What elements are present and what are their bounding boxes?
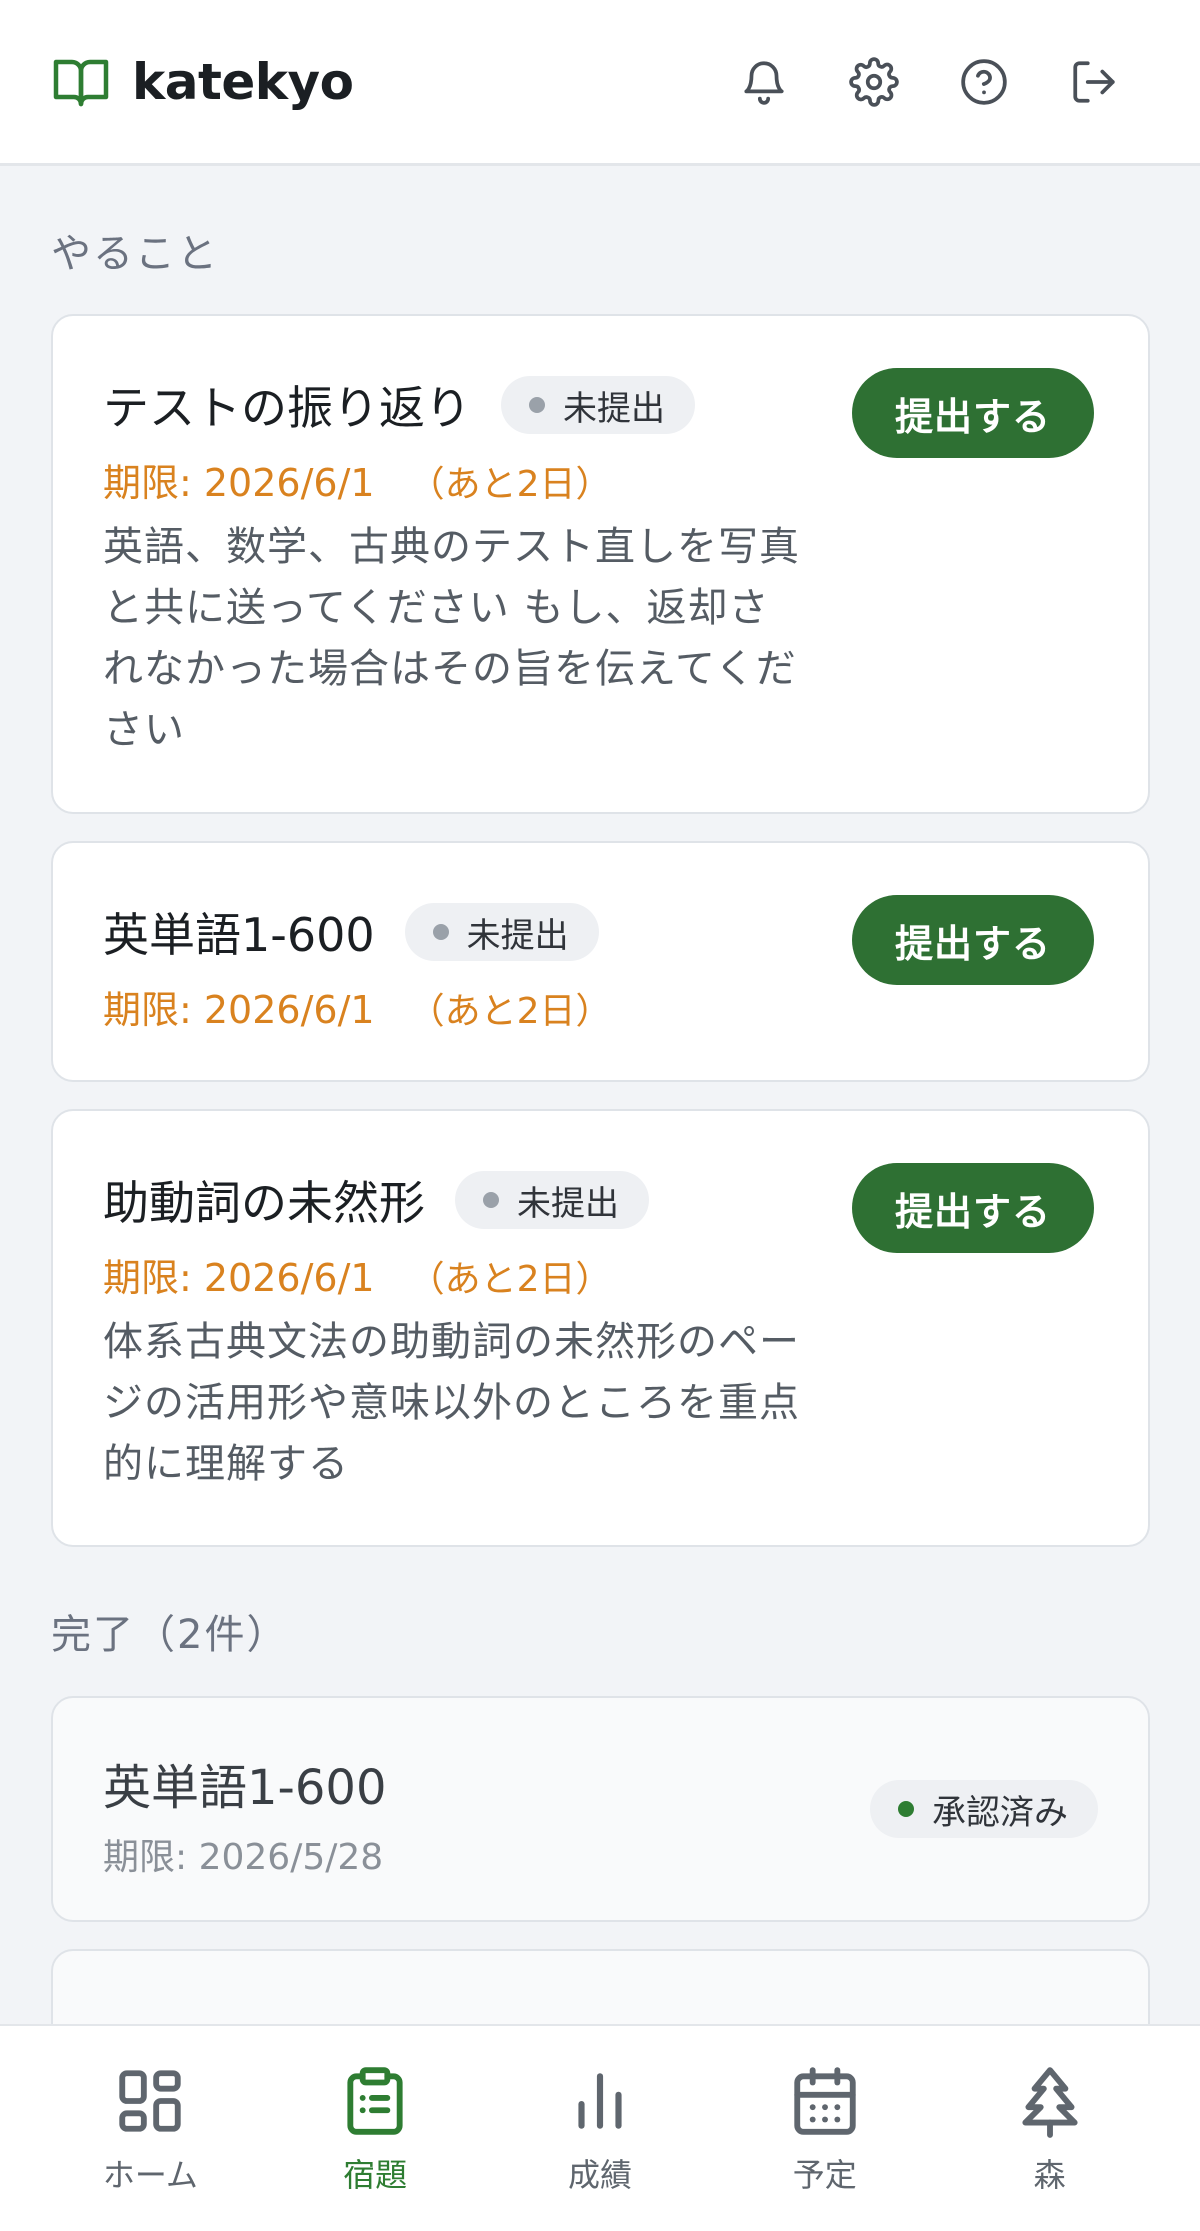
app-root: katekyo やること テストの振り返り 未提出 期限: 2026/6/1 （… (0, 0, 1200, 2231)
submit-button[interactable]: 提出する (852, 895, 1094, 985)
status-label: 承認済み (932, 1792, 1068, 1833)
status-dot (529, 397, 545, 413)
nav-item-homework[interactable]: 宿題 (285, 2026, 465, 2231)
app-header: katekyo (0, 0, 1200, 166)
task-description: 英語、数学、古典のテスト直しを写真と共に送ってください もし、返却されなかった場… (103, 524, 800, 753)
task-deadline: 期限: 2026/6/1 （あと2日） (103, 452, 1148, 507)
task-deadline: 期限: 2026/6/1 （あと2日） (103, 979, 1148, 1034)
task-card[interactable]: テストの振り返り 未提出 期限: 2026/6/1 （あと2日） 英語、数学、古典… (51, 314, 1150, 814)
deadline-date: 期限: 2026/6/1 (103, 1256, 375, 1300)
nav-label: 成績 (567, 2156, 632, 2194)
deadline-remaining: （あと2日） (408, 1259, 612, 1300)
status-dot (898, 1801, 914, 1817)
nav-item-home[interactable]: ホーム (60, 2026, 240, 2231)
deadline-date: 期限: 2026/6/1 (103, 988, 375, 1032)
logout-icon (1073, 60, 1115, 103)
done-task-card[interactable] (51, 1949, 1150, 2024)
status-badge: 未提出 (455, 1171, 649, 1229)
clipboard-icon (347, 2067, 403, 2135)
done-section-title: 完了（2件） (51, 1612, 289, 1658)
status-badge: 未提出 (501, 376, 695, 434)
bar-chart-icon (578, 2073, 622, 2129)
task-card[interactable]: 英単語1-600 未提出 期限: 2026/6/1 （あと2日） 提出する (51, 841, 1150, 1082)
task-deadline: 期限: 2026/6/1 （あと2日） (103, 1247, 1148, 1302)
nav-item-forest[interactable]: 森 (960, 2026, 1140, 2231)
gear-icon (849, 56, 899, 107)
notifications-button[interactable] (734, 52, 794, 112)
task-title: 英単語1-600 (103, 908, 375, 962)
task-title: テストの振り返り (103, 381, 471, 435)
calendar-icon (794, 2067, 856, 2135)
deadline-date: 期限: 2026/6/1 (103, 461, 375, 505)
homework-list[interactable]: やること テストの振り返り 未提出 期限: 2026/6/1 （あと2日） 英語、… (0, 169, 1200, 2024)
settings-button[interactable] (844, 52, 904, 112)
logout-button[interactable] (1064, 52, 1124, 112)
nav-item-grades[interactable]: 成績 (510, 2026, 690, 2231)
help-icon (961, 58, 1007, 105)
brand[interactable]: katekyo (52, 53, 354, 111)
status-label: 未提出 (466, 915, 569, 956)
task-description: 体系古典文法の助動詞の未然形のページの活用形や意味以外のところを重点的に理解する (103, 1319, 800, 1487)
open-book-icon (53, 59, 109, 106)
done-task-card[interactable]: 英単語1-600 期限: 2026/5/28 承認済み (51, 1696, 1150, 1922)
nav-label: 宿題 (343, 2156, 408, 2194)
status-badge: 承認済み (870, 1780, 1098, 1838)
status-label: 未提出 (563, 388, 665, 429)
bottom-nav: ホーム 宿題 成績 予定 森 (0, 2024, 1200, 2231)
status-dot (483, 1192, 499, 1208)
nav-label: 予定 (792, 2156, 857, 2194)
submit-button[interactable]: 提出する (852, 368, 1094, 458)
home-grid-icon (119, 2070, 182, 2132)
task-card[interactable]: 助動詞の未然形 未提出 期限: 2026/6/1 （あと2日） 体系古典文法の助動… (51, 1109, 1150, 1547)
help-button[interactable] (954, 52, 1014, 112)
bell-icon (744, 60, 784, 105)
tree-icon (1021, 2067, 1078, 2138)
nav-label: 森 (1033, 2156, 1066, 2194)
deadline-remaining: （あと2日） (408, 464, 612, 505)
todo-section-title: やること (51, 231, 219, 277)
nav-item-schedule[interactable]: 予定 (735, 2026, 915, 2231)
nav-label: ホーム (102, 2156, 198, 2194)
deadline-remaining: （あと2日） (408, 991, 612, 1032)
status-dot (432, 924, 449, 940)
submit-button[interactable]: 提出する (852, 1163, 1094, 1253)
task-title: 助動詞の未然形 (103, 1176, 425, 1230)
app-name: katekyo (132, 52, 354, 111)
status-label: 未提出 (517, 1183, 619, 1224)
header-actions (734, 52, 1124, 112)
status-badge: 未提出 (404, 903, 599, 961)
